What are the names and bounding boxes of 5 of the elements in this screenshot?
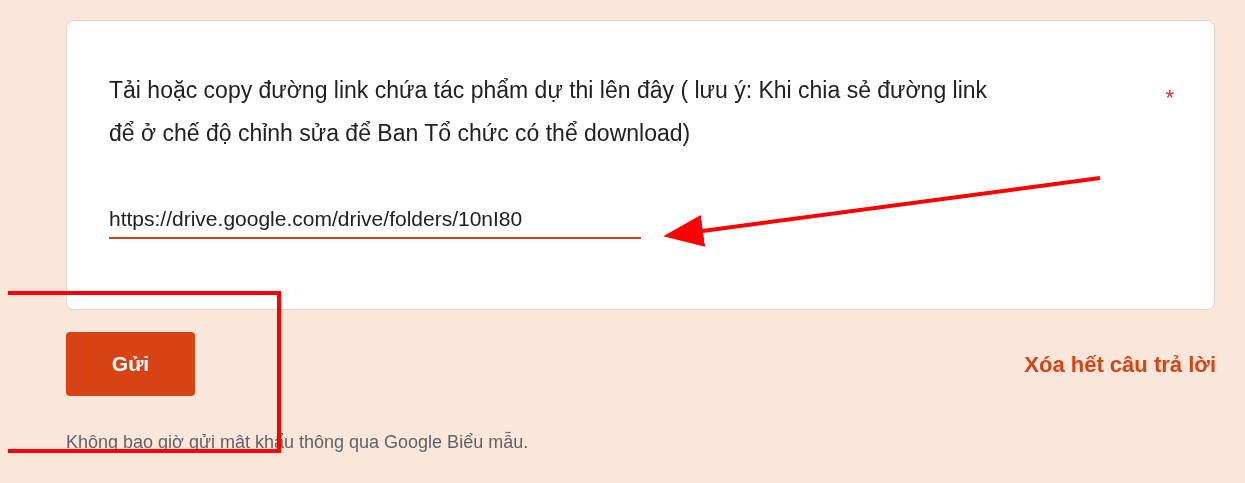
clear-form-link[interactable]: Xóa hết câu trả lời [1024,347,1216,381]
submit-button[interactable]: Gửi [66,332,195,396]
required-mark: * [1165,84,1174,112]
question-text: Tải hoặc copy đường link chứa tác phẩm dự thi lên đây ( lưu ý: Khi chia sẻ đường link để ở chế độ chỉnh sửa để Ban Tổ chức có thể download) [109,76,989,148]
answer-field[interactable]: https://drive.google.com/drive/folders/10nI80 [109,203,641,239]
